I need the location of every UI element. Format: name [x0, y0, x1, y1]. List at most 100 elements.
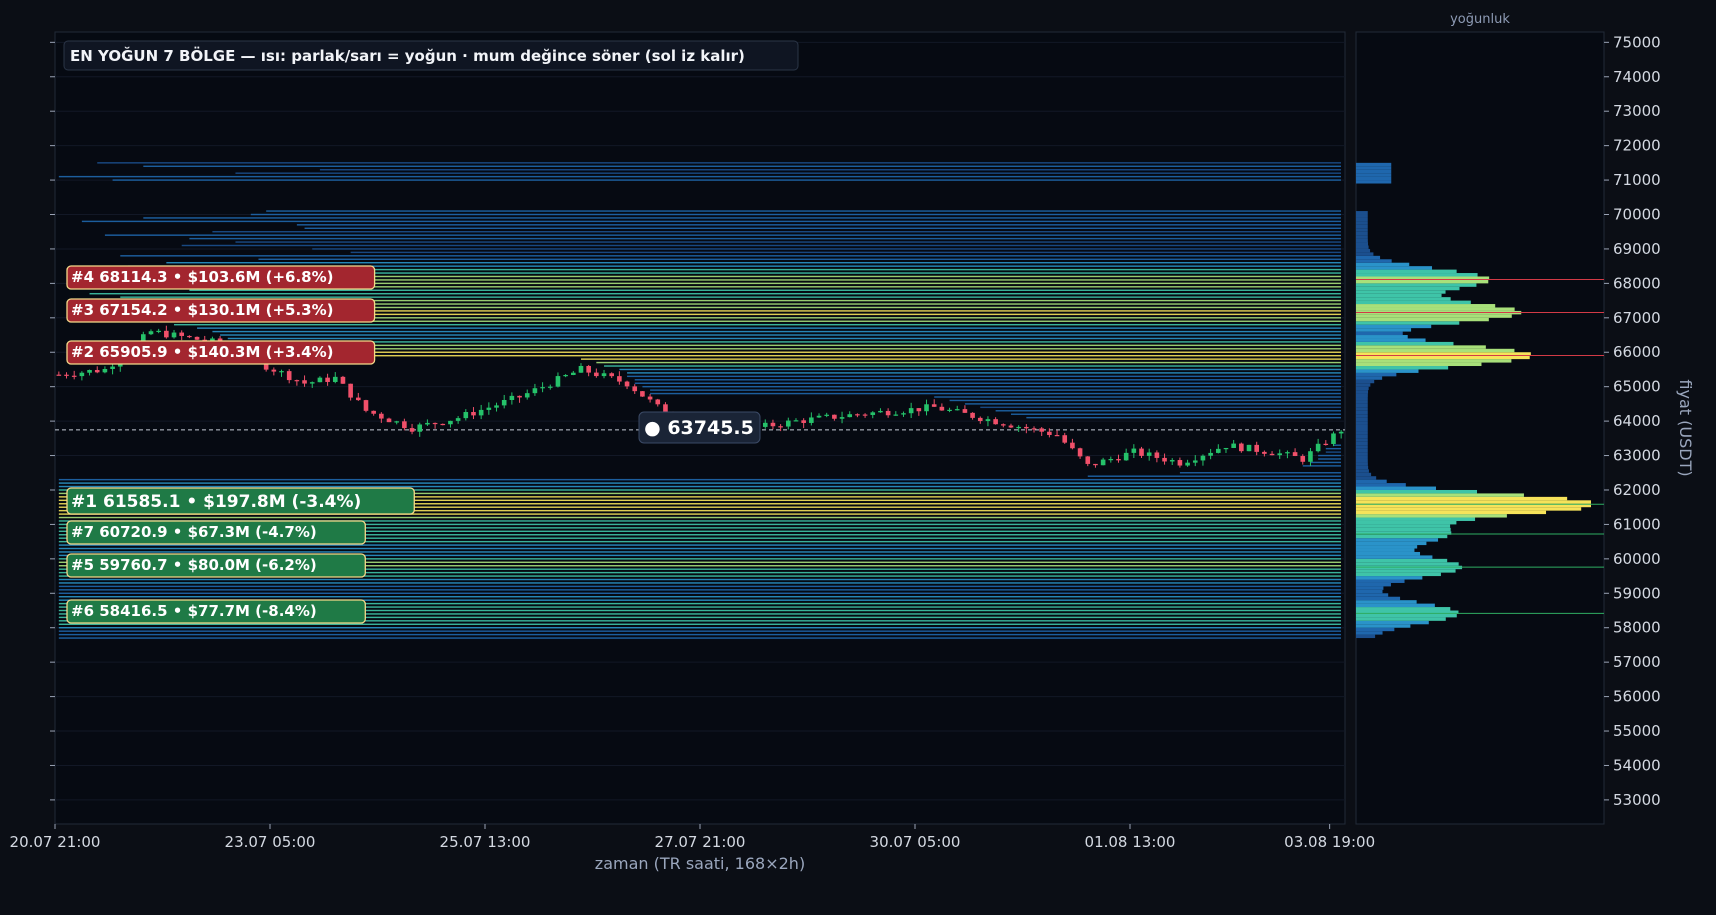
profile-bar [1356, 248, 1371, 253]
y-axis-right-ticks: 53000 54000 55000 56000 57000 58000 59000 60000… [1604, 33, 1661, 809]
profile-bar [1356, 527, 1451, 532]
candle-body [371, 410, 376, 414]
candle-body [494, 405, 499, 408]
candle-body [555, 376, 561, 387]
profile-bar [1356, 624, 1411, 628]
candle-body [348, 383, 353, 398]
candle-body [563, 375, 568, 377]
candle-body [939, 406, 945, 411]
candle-body [386, 418, 392, 423]
profile-bar [1356, 221, 1368, 225]
heatmap-band [58, 627, 1342, 629]
heatmap-band [1026, 416, 1341, 419]
profile-bar [1356, 541, 1427, 546]
profile-bar [1356, 369, 1419, 373]
candle-body [547, 386, 553, 388]
density-profile-area: yoğunluk 5300054000550005600057000580005… [1355, 12, 1695, 825]
candle-body [855, 414, 860, 416]
heatmap-band [58, 596, 1342, 598]
heatmap-band [634, 379, 1341, 381]
profile-bar [1356, 348, 1515, 353]
heatmap-band [58, 482, 1342, 484]
heatmap-band [596, 361, 1341, 364]
heatmap-band [258, 351, 1341, 353]
profile-bar [1356, 479, 1387, 484]
heatmap-band [181, 244, 1342, 247]
heatmap-band [58, 551, 1342, 553]
candle-body [179, 332, 184, 336]
zone-label-text: #6 58416.5 • $77.7M (-8.4%) [71, 602, 317, 620]
candle-body [1085, 456, 1091, 464]
candle-body [1169, 460, 1175, 462]
candle-body [778, 426, 783, 428]
heatmap-band [58, 623, 1342, 625]
candle-body [985, 419, 991, 422]
profile-bar [1356, 524, 1451, 528]
heatmap-band [1179, 472, 1341, 474]
profile-bar [1356, 510, 1547, 515]
heatmap-band [250, 348, 1341, 350]
heatmap-band [58, 630, 1342, 632]
candle-body [394, 421, 399, 423]
candle-body [87, 369, 92, 373]
current-price-label: ● 63745.5 [644, 417, 754, 439]
profile-bar [1356, 607, 1451, 611]
profile-bar [1356, 469, 1369, 473]
profile-bar [1356, 304, 1496, 308]
candle-body [601, 373, 607, 377]
profile-bar [1356, 338, 1426, 342]
candle-body [1254, 444, 1259, 452]
candle-body [440, 423, 446, 426]
profile-bar [1356, 438, 1368, 442]
profile-bar [1356, 496, 1568, 501]
candle-body [594, 372, 599, 377]
candle-body [1239, 443, 1244, 452]
candle-body [970, 412, 975, 418]
profile-bar [1356, 514, 1507, 518]
profile-bar [1356, 321, 1460, 325]
x-axis-title: zaman (TR saati, 168×2h) [595, 854, 805, 873]
candle-body [617, 376, 622, 382]
profile-bar [1356, 517, 1476, 521]
zone-label-text: #3 67154.2 • $130.1M (+5.3%) [71, 301, 334, 319]
heatmap-band [1087, 475, 1341, 477]
candle-body [916, 408, 922, 412]
chart-title: EN YOĞUN 7 BÖLGE — ısı: parlak/sarı = yo… [70, 46, 745, 65]
profile-bar [1356, 242, 1369, 246]
candle-body [1008, 425, 1014, 428]
y-tick-label: 70000 [1613, 206, 1661, 224]
heatmap-band [1318, 454, 1341, 457]
candle-body [148, 331, 154, 335]
profile-bar [1356, 176, 1392, 181]
profile-bar [1356, 273, 1478, 277]
profile-bar [1356, 324, 1432, 329]
profile-bar [1356, 173, 1392, 177]
heatmap-band [266, 354, 1342, 357]
zone-label-text: #2 65905.9 • $140.3M (+3.4%) [71, 343, 334, 361]
candle-body [762, 422, 768, 427]
candle-body [64, 374, 69, 376]
candle-body [786, 420, 791, 427]
profile-bar [1356, 231, 1368, 236]
heatmap-band [1318, 458, 1341, 460]
candle-body [79, 372, 85, 377]
candle-body [1054, 435, 1060, 437]
x-tick-label: 03.08 19:00 [1284, 833, 1375, 851]
candle-body [632, 386, 638, 392]
candle-body [187, 335, 192, 338]
profile-bar [1356, 462, 1368, 466]
heatmap-band [304, 317, 1341, 319]
main-plot-area: ● 63745.5 #4 68114.3 • $103.6M (+6.8%) #3… [10, 31, 1375, 873]
y-tick-label: 74000 [1613, 68, 1661, 86]
zone-label-text: #5 59760.7 • $80.0M (-6.2%) [71, 556, 317, 574]
candle-body [501, 399, 507, 406]
profile-bar [1356, 283, 1477, 287]
candle-body [402, 421, 407, 429]
candle-body [571, 372, 576, 376]
candle-body [1154, 452, 1160, 458]
y-tick-label: 62000 [1613, 481, 1661, 499]
profile-bar [1356, 341, 1454, 346]
heatmap-band [350, 251, 1341, 254]
profile-bar [1356, 617, 1446, 621]
y-tick-label: 71000 [1613, 171, 1661, 189]
